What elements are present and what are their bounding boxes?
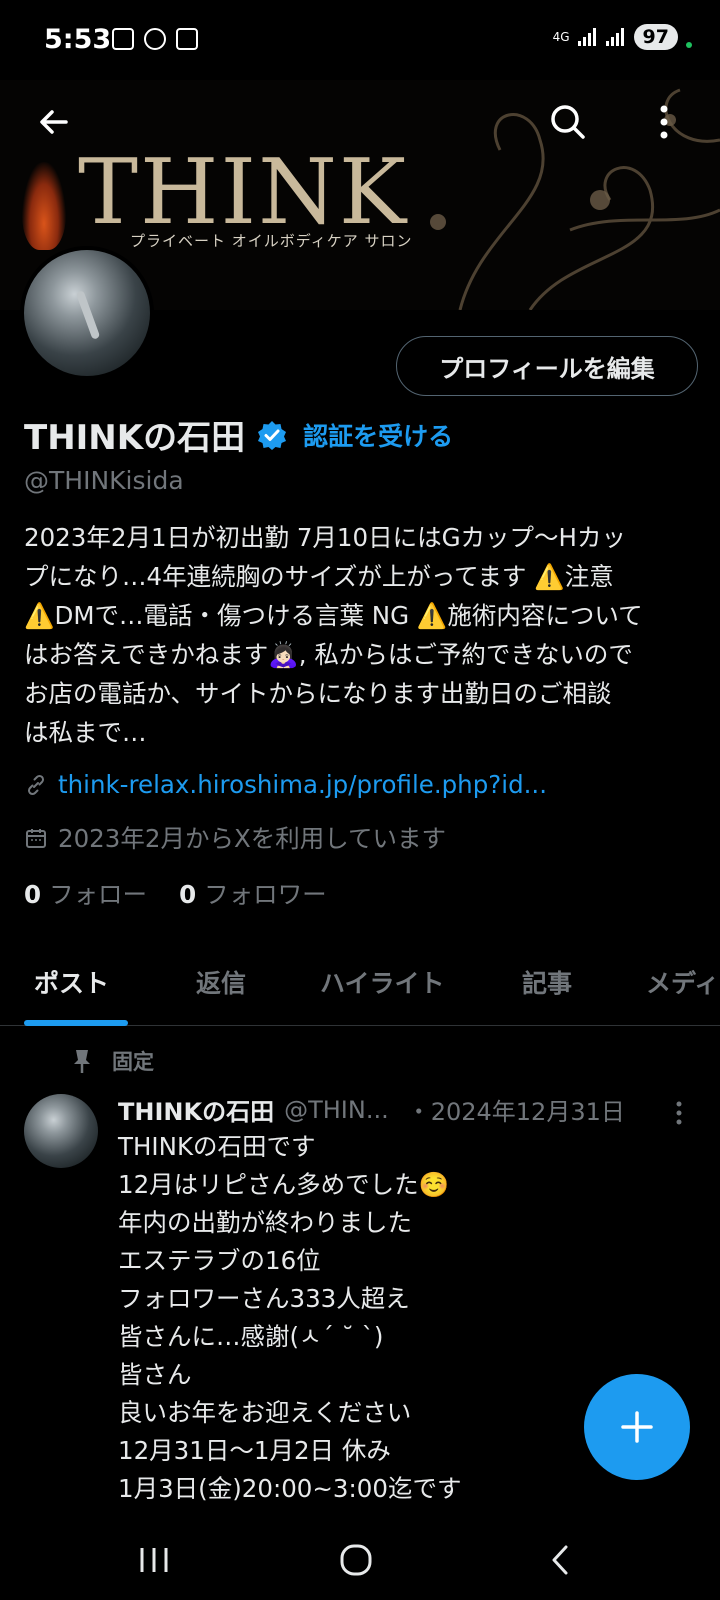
data-transfer-icon <box>176 28 198 50</box>
signal-icon <box>605 28 626 46</box>
link-icon <box>27 774 45 795</box>
followers-count: 0 <box>179 880 197 909</box>
battery-level: 97 <box>633 24 678 50</box>
home-button[interactable] <box>326 1538 386 1582</box>
post-header: THINKの石田 @THIN... ・2024年12月31日 <box>118 1092 698 1127</box>
bio-line: 2023年2月1日が初出勤 7月10日にはGカップ〜Hカッ <box>24 523 626 552</box>
search-icon <box>551 105 585 139</box>
tab-posts[interactable]: ポスト <box>34 964 109 1000</box>
arrow-left-icon <box>40 110 68 134</box>
plus-icon <box>621 1411 653 1443</box>
system-navigation-bar <box>0 1520 720 1600</box>
following-count: 0 <box>24 880 42 909</box>
followers-link[interactable]: 0 フォロワー <box>179 876 327 911</box>
calendar-icon <box>26 828 46 848</box>
network-type: 4G <box>552 30 570 44</box>
search-button[interactable] <box>546 100 590 144</box>
active-tab-indicator <box>24 1020 128 1026</box>
pinned-label: 固定 <box>112 1050 154 1074</box>
profile-website-row: think-relax.hiroshima.jp/profile.php?id.… <box>24 770 547 799</box>
pinned-indicator: 固定 <box>72 1046 154 1076</box>
profile-website-link[interactable]: think-relax.hiroshima.jp/profile.php?id.… <box>58 770 547 799</box>
more-options-button[interactable] <box>642 100 686 144</box>
post-date[interactable]: ・2024年12月31日 <box>407 1092 625 1127</box>
post-more-button[interactable] <box>664 1098 694 1128</box>
post-line: フォロワーさん333人超え <box>118 1284 410 1313</box>
display-name: THINKの石田 <box>24 418 246 458</box>
more-vertical-icon <box>660 105 668 139</box>
profile-name-row: THINKの石田 認証を受ける <box>24 410 453 459</box>
profile-joined-row: 2023年2月からXを利用しています <box>24 820 446 855</box>
post-line: 皆さん <box>118 1360 192 1389</box>
post-author-name[interactable]: THINKの石田 <box>118 1092 274 1127</box>
following-label: フォロー <box>49 880 148 909</box>
follow-stats: 0 フォロー 0 フォロワー <box>24 876 327 911</box>
post-line: 1月3日(金)20:00~3:00迄です <box>118 1474 462 1503</box>
tab-replies[interactable]: 返信 <box>196 964 246 1000</box>
post-line: エステラブの16位 <box>118 1246 321 1275</box>
back-button[interactable] <box>32 100 76 144</box>
verified-badge-icon[interactable] <box>257 420 287 450</box>
following-link[interactable]: 0 フォロー <box>24 876 147 911</box>
bio-line: ⚠️DMで…電話・傷つける言葉 NG ⚠️施術内容について <box>24 601 643 630</box>
privacy-dot-icon <box>686 42 692 48</box>
recent-apps-icon <box>140 1548 168 1572</box>
system-back-button[interactable] <box>530 1538 590 1582</box>
status-time: 5:53 <box>44 24 112 55</box>
profile-tabs: ポスト 返信 ハイライト 記事 メディ <box>0 950 720 1026</box>
screenshot-icon <box>112 28 134 50</box>
get-verified-link[interactable]: 認証を受ける <box>303 417 453 453</box>
post-author-avatar[interactable] <box>24 1094 98 1168</box>
bio-line: はお答えできかねます🙇🏻‍♀️, 私からはご予約できないので <box>24 640 633 669</box>
tab-media[interactable]: メディ <box>646 964 719 1000</box>
recent-apps-button[interactable] <box>124 1538 184 1582</box>
post-line: 年内の出勤が終わりました <box>118 1208 412 1237</box>
tab-articles[interactable]: 記事 <box>522 964 572 1000</box>
compose-post-button[interactable] <box>584 1374 690 1480</box>
bio-line: プになり…4年連続胸のサイズが上がってます ⚠️注意 <box>24 562 614 591</box>
more-vertical-icon <box>676 1101 682 1125</box>
profile-avatar[interactable] <box>20 246 154 380</box>
chevron-left-icon <box>552 1545 568 1575</box>
post-line: 12月はリピさん多めでした☺️ <box>118 1170 450 1199</box>
banner-tagline: プライベート オイルボディケア サロン <box>130 232 413 250</box>
tab-highlights[interactable]: ハイライト <box>320 964 445 1000</box>
profile-bio: 2023年2月1日が初出勤 7月10日にはGカップ〜Hカッ プになり…4年連続胸… <box>24 518 704 752</box>
edit-profile-button[interactable]: プロフィールを編集 <box>396 336 698 396</box>
post-author-handle[interactable]: @THIN... <box>284 1096 389 1124</box>
home-circle-icon <box>340 1544 372 1576</box>
weather-icon <box>144 28 166 50</box>
status-bar: 5:53 4G 97 <box>0 0 720 80</box>
status-notification-icons <box>112 28 198 50</box>
profile-handle: @THINKisida <box>24 466 184 495</box>
flame-logo-icon <box>22 162 66 250</box>
followers-label: フォロワー <box>204 880 327 909</box>
post-line: 皆さんに…感謝(ㅅ´ ˘ `) <box>118 1322 384 1351</box>
bio-line: お店の電話か、サイトからになります出勤日のご相談 <box>24 679 612 708</box>
pin-icon <box>74 1050 90 1073</box>
banner-logo-text: THINK <box>78 140 409 245</box>
signal-icon <box>577 28 598 46</box>
joined-date: 2023年2月からXを利用しています <box>58 824 446 853</box>
bio-line: は私まで… <box>24 718 147 747</box>
post-line: THINKの石田です <box>118 1132 316 1161</box>
